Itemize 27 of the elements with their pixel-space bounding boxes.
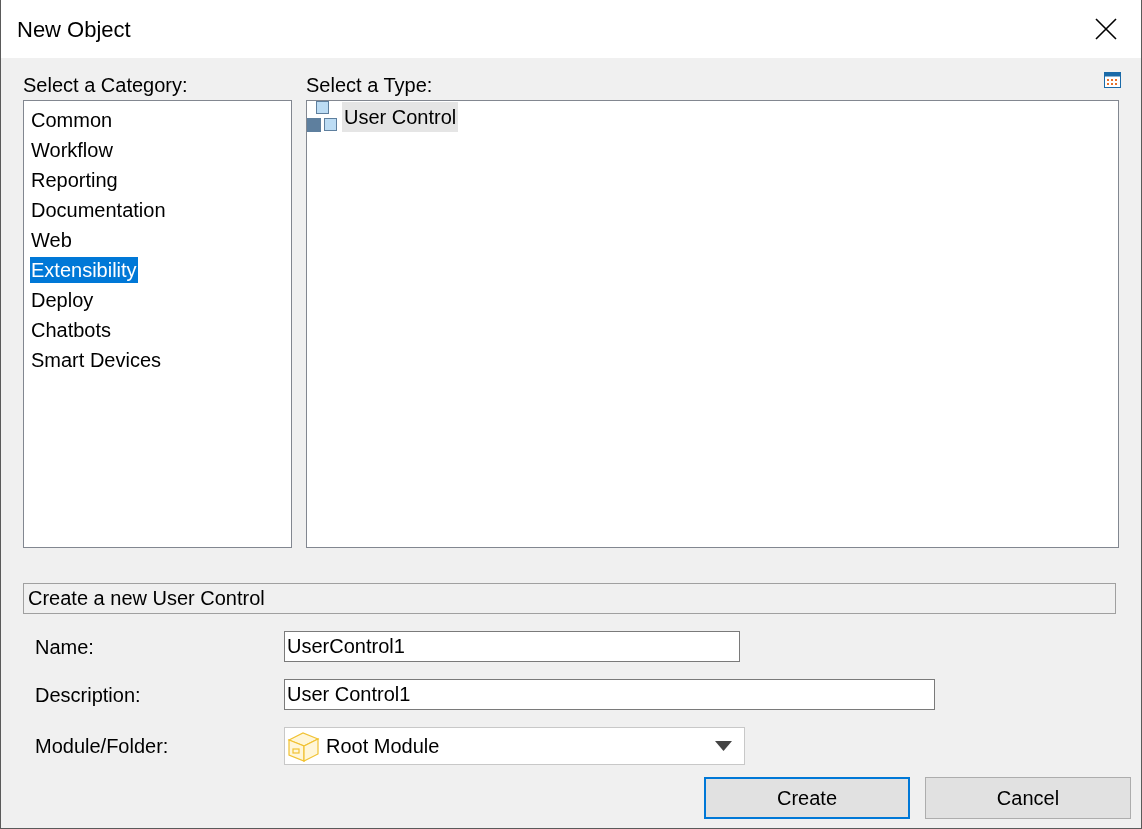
type-item[interactable]: User Control — [342, 101, 459, 132]
dialog-button[interactable]: Create — [704, 777, 910, 819]
description-text: Create a new User Control — [23, 583, 1116, 614]
field-label: Name: — [35, 634, 95, 660]
category-label: Select a Category: — [23, 74, 188, 96]
blocks-icon — [307, 101, 338, 132]
type-label: Select a Type: — [306, 73, 433, 98]
close-icon[interactable] — [1095, 18, 1117, 40]
window-title: New Object — [17, 15, 131, 44]
category-item[interactable]: Documentation — [30, 197, 167, 223]
calendar-icon[interactable] — [1104, 72, 1121, 88]
category-item[interactable]: Common — [30, 107, 114, 133]
module-dropdown[interactable]: Root Module — [284, 727, 745, 765]
category-item[interactable]: Extensibility — [30, 257, 138, 283]
dropdown-arrow-icon — [715, 741, 732, 751]
category-item[interactable]: Web — [30, 227, 73, 253]
category-item[interactable]: Smart Devices — [30, 347, 163, 373]
dialog-button[interactable]: Cancel — [925, 777, 1131, 819]
box-icon — [287, 729, 320, 763]
field-label: Description: — [35, 682, 142, 708]
category-item[interactable]: Reporting — [30, 167, 119, 193]
text-field[interactable]: User Control1 — [284, 679, 935, 710]
field-label: Module/Folder: — [35, 734, 170, 759]
category-item[interactable]: Workflow — [30, 137, 114, 163]
category-item[interactable]: Chatbots — [30, 317, 113, 343]
category-item[interactable]: Deploy — [30, 287, 95, 313]
text-field[interactable]: UserControl1 — [284, 631, 740, 662]
